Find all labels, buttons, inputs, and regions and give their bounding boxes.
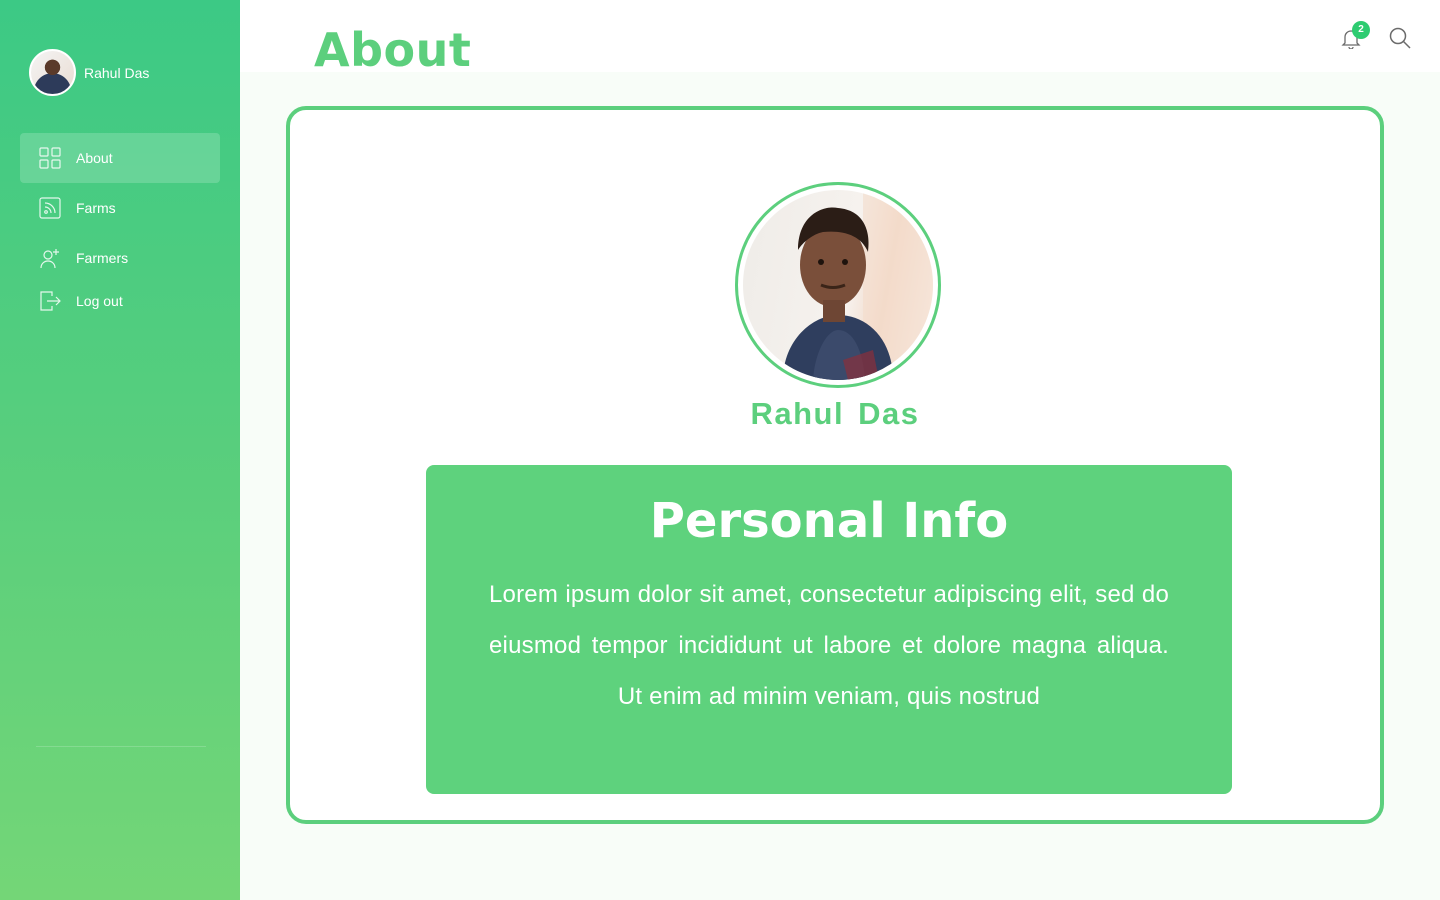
- personal-info-box: Personal Info Lorem ipsum dolor sit amet…: [426, 465, 1232, 794]
- sidebar-item-logout[interactable]: Log out: [20, 283, 220, 319]
- search-icon[interactable]: [1388, 26, 1412, 50]
- sidebar-item-label: About: [76, 150, 113, 166]
- add-user-icon: [39, 247, 61, 269]
- sidebar-item-label: Farms: [76, 200, 116, 216]
- notification-badge: 2: [1352, 21, 1370, 39]
- sidebar-item-farmers[interactable]: Farmers: [20, 233, 220, 283]
- personal-info-text: Lorem ipsum dolor sit amet, consectetur …: [489, 581, 1169, 710]
- sidebar: Rahul Das About Farms Farmers Log out: [0, 0, 240, 900]
- logout-icon: [39, 290, 61, 312]
- avatar: [29, 49, 76, 96]
- profile-image: [743, 190, 933, 380]
- sidebar-item-label: Farmers: [76, 250, 129, 266]
- sidebar-username: Rahul Das: [84, 64, 150, 81]
- header: About 2: [240, 0, 1440, 76]
- profile-card: Rahul Das Personal Info Lorem ipsum dolo…: [286, 106, 1384, 824]
- sidebar-user[interactable]: Rahul Das: [29, 49, 149, 96]
- rss-icon: [39, 197, 61, 219]
- profile-name: Rahul Das: [750, 396, 920, 431]
- sidebar-item-farms[interactable]: Farms: [20, 183, 220, 233]
- grid-icon: [39, 147, 61, 169]
- sidebar-divider: [36, 746, 206, 747]
- sidebar-item-about[interactable]: About: [20, 133, 220, 183]
- profile-photo: [735, 182, 941, 388]
- sidebar-nav: About Farms Farmers Log out: [20, 133, 220, 319]
- sidebar-item-label: Log out: [76, 293, 123, 309]
- page-title: About: [314, 23, 472, 77]
- personal-info-title: Personal Info: [649, 493, 1009, 549]
